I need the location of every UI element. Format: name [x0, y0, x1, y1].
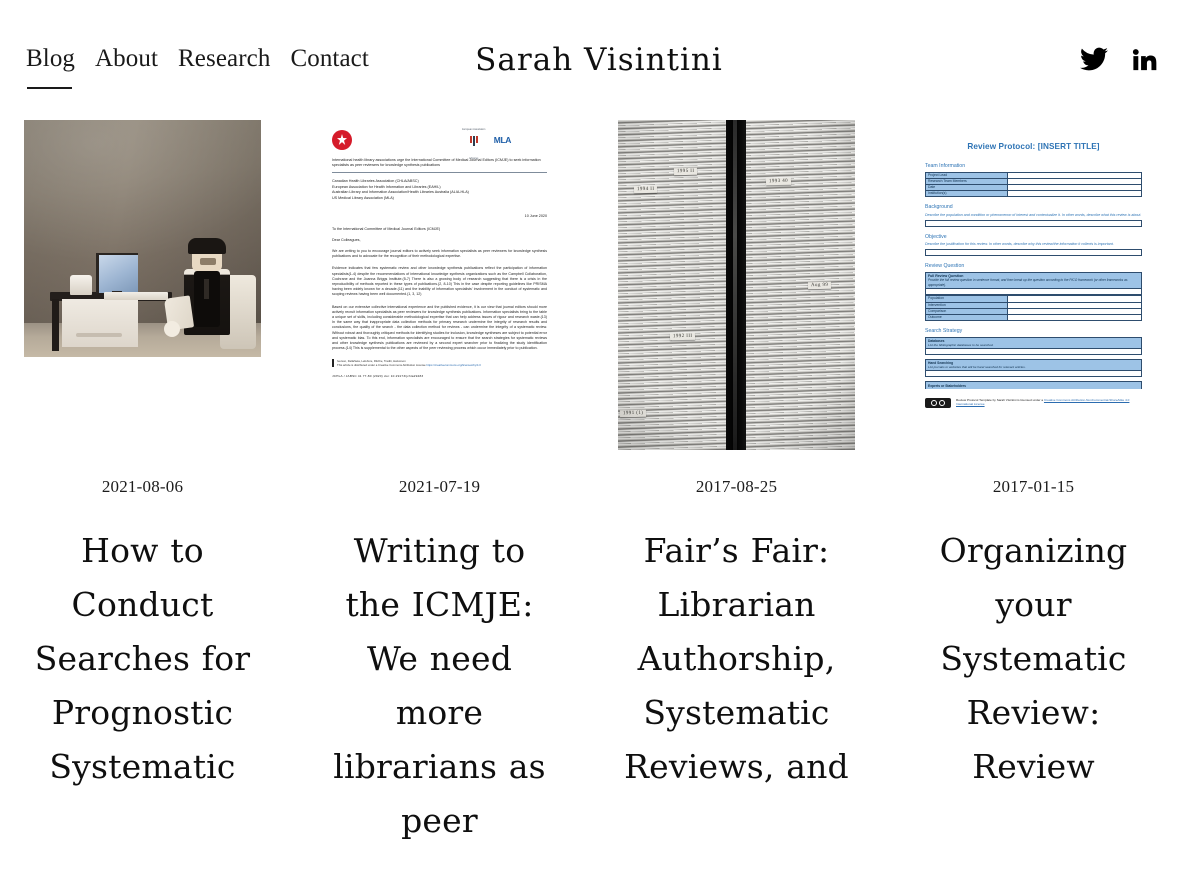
protocol-band-databases: Databases List the bibliographic databas…	[925, 336, 1142, 348]
protocol-license-text: Review Protocol Template by Sarah Visint…	[956, 397, 1044, 402]
post-title[interactable]: How to Conduct Searches for Prognostic S…	[24, 524, 261, 794]
letter-license-link[interactable]: https://creativecommons.org/licenses/by/…	[426, 363, 480, 367]
protocol-pico-table: Population Intervention Comparison Outco…	[924, 295, 1142, 322]
protocol-field-databases[interactable]	[925, 347, 1142, 355]
post-title[interactable]: Fair’s Fair: Librarian Authorship, Syste…	[618, 524, 855, 794]
row-value[interactable]	[1007, 190, 1142, 198]
protocol-field-background[interactable]	[925, 219, 1142, 227]
protocol-title: Review Protocol: [INSERT TITLE]	[967, 142, 1100, 151]
mla-logo-icon: MLA	[493, 135, 512, 145]
protocol-field-hand-searching[interactable]	[925, 370, 1142, 378]
protocol-heading-background: Background	[925, 204, 953, 211]
minifigure-hair	[188, 238, 226, 254]
protocol-team-table: Project Lead Research Team Members Date …	[924, 171, 1142, 198]
row-value[interactable]	[1007, 313, 1142, 322]
post-card[interactable]: Review Protocol: [INSERT TITLE] Team Inf…	[915, 120, 1152, 794]
creative-commons-icon	[925, 397, 951, 408]
post-thumbnail-stacked-paper-files-photo[interactable]: 1995 II 1994 II 1992 III 1991 (1) Aug 99…	[618, 120, 855, 450]
band-instruction: List the bibliographic databases to be s…	[928, 342, 994, 347]
photo-vignette	[618, 120, 855, 450]
post-date: 2021-07-19	[398, 477, 481, 496]
printer	[70, 275, 92, 295]
letter-license-footer: Iverson, DellaSeta, Lefebvre, Ritchie, T…	[332, 359, 547, 368]
letter-recipient: To the International Committee of Medica…	[332, 227, 441, 232]
minifigure-tie	[204, 279, 209, 299]
letter-headline: International health library association…	[332, 158, 541, 168]
protocol-instruction-objective: Describe the justification for this revi…	[925, 242, 1114, 247]
computer-monitor	[96, 253, 138, 293]
social-links	[1080, 45, 1158, 73]
letter-citation: JCHLA / JABSC 41 77-80 (2020) doi: 10.29…	[332, 374, 424, 379]
table-row: Institution(s)	[924, 190, 1142, 198]
letter-date: 10 June 2020	[524, 214, 547, 219]
post-date: 2017-08-25	[695, 477, 778, 496]
post-thumbnail-icmje-letter-document[interactable]: European Association Libraries MLA Inter…	[321, 120, 558, 450]
protocol-heading-search-strategy: Search Strategy	[925, 328, 963, 335]
band-title: Experts or Stakeholders	[928, 383, 966, 388]
row-label: Outcome	[924, 313, 1009, 322]
protocol-band-hand-searching: Hand Searching List journals or websites…	[925, 358, 1142, 371]
protocol-band-experts: Experts or Stakeholders	[925, 381, 1142, 389]
post-title[interactable]: Writing to the ICMJE: We need more libra…	[321, 524, 558, 848]
post-card[interactable]: 2021-08-06 How to Conduct Searches for P…	[24, 120, 261, 794]
protocol-heading-review-question: Review Question	[925, 263, 965, 270]
protocol-instruction-background: Describe the population and condition or…	[925, 212, 1142, 217]
eahil-logo-icon: European Association Libraries	[462, 127, 486, 160]
stacked-files-photo: 1995 II 1994 II 1992 III 1991 (1) Aug 99…	[618, 120, 855, 450]
letter-logo-row: European Association Libraries MLA	[332, 128, 547, 160]
protocol-field-objective[interactable]	[925, 249, 1142, 257]
letter-paragraph-2: Evidence indicates that few systematic r…	[332, 266, 547, 297]
lego-desk-photo	[24, 120, 261, 357]
letter-paragraph-3: Based on our extensive collective intern…	[332, 304, 547, 351]
desk-drawer-handle	[76, 333, 122, 337]
table-row: Outcome	[924, 313, 1142, 322]
post-title[interactable]: Organizing your Systematic Review: Revie…	[915, 524, 1152, 794]
row-label: Institution(s)	[924, 190, 1009, 198]
letter-salutation: Dear Colleagues,	[332, 238, 361, 243]
protocol-heading-team: Team Information	[925, 163, 966, 169]
linkedin-icon[interactable]	[1130, 45, 1158, 73]
post-date: 2021-08-06	[101, 477, 184, 496]
twitter-icon[interactable]	[1080, 45, 1108, 73]
letter-license-text: This article is distributed under a Crea…	[337, 363, 426, 368]
post-date: 2017-01-15	[992, 477, 1075, 496]
icmje-letter-document: European Association Libraries MLA Inter…	[321, 120, 558, 450]
letter-paragraph-1: We are writing to you to encourage journ…	[332, 249, 547, 259]
protocol-field-full-question[interactable]	[925, 288, 1142, 296]
minifigure-hand	[164, 321, 180, 337]
post-thumbnail-review-protocol-template-document[interactable]: Review Protocol: [INSERT TITLE] Team Inf…	[915, 120, 1152, 450]
review-protocol-document: Review Protocol: [INSERT TITLE] Team Inf…	[915, 120, 1152, 450]
protocol-heading-objective: Objective	[925, 233, 947, 240]
protocol-license-footer: Review Protocol Template by Sarah Visint…	[925, 397, 1142, 408]
band-instruction: List journals or websites that will be h…	[928, 365, 1026, 370]
desk-drawers	[62, 299, 138, 347]
band-instruction: Provide the full review question in sent…	[928, 278, 1128, 287]
post-card[interactable]: 1995 II 1994 II 1992 III 1991 (1) Aug 99…	[618, 120, 855, 794]
chla-logo-icon	[332, 130, 352, 150]
minifigure-face	[200, 258, 216, 265]
site-title[interactable]: Sarah Visintini	[0, 40, 1198, 80]
letter-organizations: Canadian Health Libraries Association (C…	[332, 179, 469, 200]
post-thumbnail-lego-figure-at-desk-photo[interactable]	[24, 120, 261, 450]
post-grid: 2021-08-06 How to Conduct Searches for P…	[0, 120, 1198, 848]
post-card[interactable]: European Association Libraries MLA Inter…	[321, 120, 558, 848]
letter-divider	[332, 172, 547, 174]
site-header: Blog About Research Contact Sarah Visint…	[0, 0, 1198, 120]
desk-leg	[52, 299, 59, 351]
protocol-band-full-question: Full Review Question Provide the full re…	[925, 271, 1142, 289]
keyboard	[104, 292, 168, 300]
